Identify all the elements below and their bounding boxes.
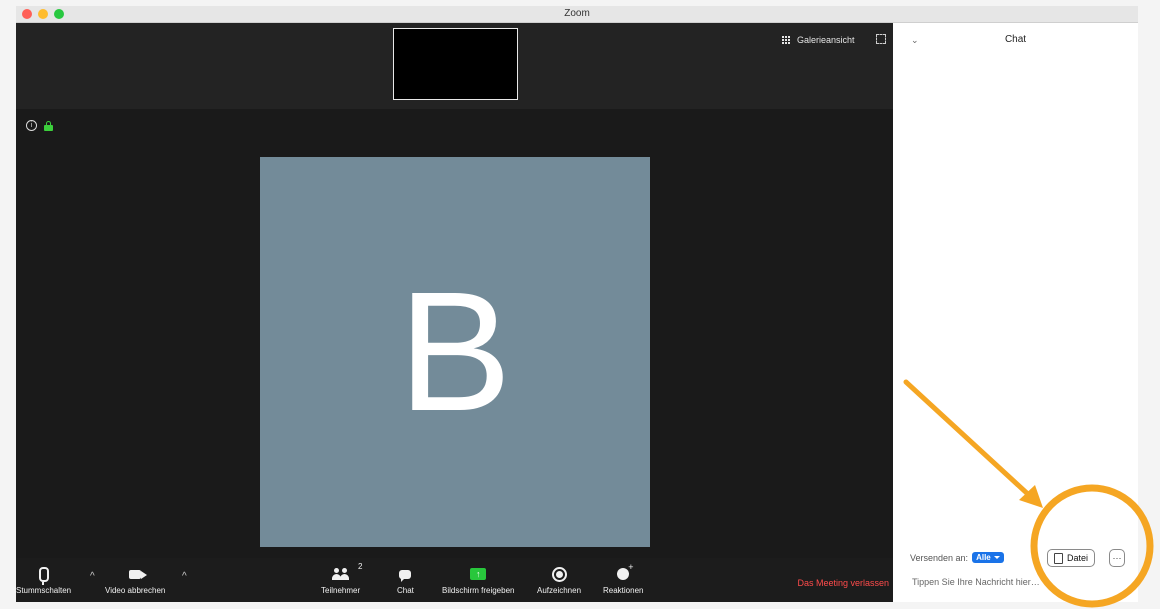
self-view-thumbnail[interactable] — [393, 28, 518, 100]
smiley-icon — [617, 562, 633, 586]
more-options-button[interactable]: ··· — [1109, 549, 1125, 567]
message-input[interactable] — [910, 576, 1104, 588]
zoom-window: Zoom Galerieansicht i B Stummschalten ^ — [16, 6, 1138, 602]
info-icon[interactable]: i — [26, 120, 37, 131]
microphone-icon — [38, 562, 49, 586]
document-icon — [1054, 552, 1063, 564]
speaker-avatar-initial: B — [398, 257, 512, 447]
chat-label: Chat — [397, 586, 414, 595]
stop-video-label: Video abbrechen — [105, 586, 166, 595]
chat-button[interactable]: Chat — [397, 562, 414, 595]
window-title: Zoom — [564, 8, 590, 19]
participants-button[interactable]: Teilnehmer — [321, 562, 360, 595]
thumbnail-strip: Galerieansicht — [16, 23, 893, 109]
record-button[interactable]: Aufzeichnen — [537, 562, 581, 595]
recipient-value: Alle — [976, 553, 991, 562]
fullscreen-icon[interactable] — [876, 34, 886, 44]
meeting-toolbar: Stummschalten ^ Video abbrechen ^ Teilne… — [16, 558, 893, 602]
send-to-row: Versenden an: Alle — [910, 552, 1004, 563]
lock-icon[interactable] — [44, 121, 53, 131]
file-button[interactable]: Datei — [1047, 549, 1096, 567]
camera-icon — [129, 562, 148, 586]
record-label: Aufzeichnen — [537, 586, 582, 595]
participants-icon — [331, 562, 350, 586]
audio-options-caret-icon[interactable]: ^ — [90, 571, 95, 582]
mute-button[interactable]: Stummschalten — [16, 562, 71, 595]
title-bar: Zoom — [16, 6, 1138, 23]
chat-title: Chat — [1004, 34, 1027, 45]
chat-bubble-icon — [399, 562, 412, 586]
gallery-view-label: Galerieansicht — [797, 35, 855, 45]
participants-label: Teilnehmer — [321, 586, 361, 595]
leave-meeting-button[interactable]: Das Meeting verlassen — [797, 578, 889, 588]
dropdown-arrow-icon — [993, 556, 1000, 559]
share-screen-icon: ↑ — [470, 562, 487, 586]
share-screen-button[interactable]: ↑ Bildschirm freigeben — [442, 562, 514, 595]
recipient-dropdown[interactable]: Alle — [972, 552, 1004, 563]
share-screen-label: Bildschirm freigeben — [442, 586, 515, 595]
mute-label: Stummschalten — [16, 586, 72, 595]
file-button-label: Datei — [1067, 553, 1089, 563]
stop-video-button[interactable]: Video abbrechen — [105, 562, 165, 595]
gallery-view-button[interactable]: Galerieansicht — [782, 33, 855, 47]
video-options-caret-icon[interactable]: ^ — [182, 571, 187, 582]
send-to-label: Versenden an: — [910, 552, 969, 563]
record-icon — [551, 562, 567, 586]
reactions-button[interactable]: Reaktionen — [603, 562, 643, 595]
grid-icon — [782, 35, 791, 45]
reactions-label: Reaktionen — [603, 586, 644, 595]
chat-panel: ⌄ Chat Versenden an: Alle Datei ··· — [893, 23, 1138, 602]
participants-count: 2 — [358, 562, 363, 571]
active-speaker-video: B — [260, 157, 650, 547]
video-area: Galerieansicht i B — [16, 23, 893, 558]
